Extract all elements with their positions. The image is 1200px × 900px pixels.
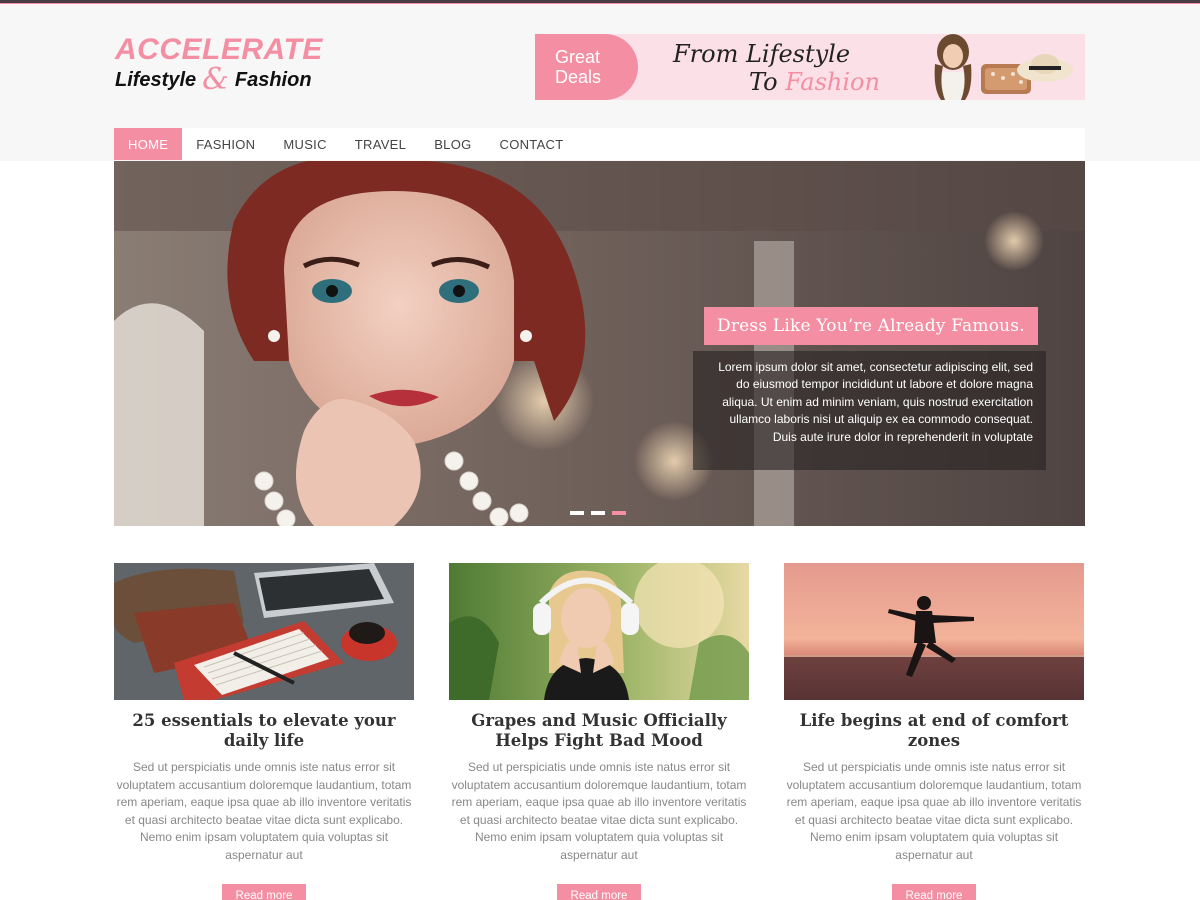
read-more-button[interactable]: Read more xyxy=(557,883,641,900)
logo-ampersand: & xyxy=(202,62,229,97)
main-nav: HOME FASHION MUSIC TRAVEL BLOG CONTACT xyxy=(114,128,1085,160)
post-excerpt: Sed ut perspiciatis unde omnis iste natu… xyxy=(786,760,1082,862)
post-excerpt: Sed ut perspiciatis unde omnis iste natu… xyxy=(451,760,747,862)
nav-item-contact[interactable]: CONTACT xyxy=(486,128,578,160)
banner-headline-line2: To Fashion xyxy=(673,68,880,96)
post-thumbnail[interactable] xyxy=(784,563,1084,700)
banner-headline: From Lifestyle To Fashion xyxy=(673,40,880,96)
slider-dot-3[interactable] xyxy=(612,511,626,515)
logo-tagline: Lifestyle & Fashion xyxy=(115,62,323,97)
post-thumbnail[interactable] xyxy=(114,563,414,700)
nav-item-blog[interactable]: BLOG xyxy=(420,128,485,160)
post-card: Life begins at end of comfort zones Sed … xyxy=(784,563,1084,900)
post-excerpt: Sed ut perspiciatis unde omnis iste natu… xyxy=(116,760,412,862)
slider-dot-2[interactable] xyxy=(591,511,605,515)
post-title[interactable]: Grapes and Music Officially Helps Fight … xyxy=(449,711,749,751)
logo-tagline-right: Fashion xyxy=(234,69,312,91)
slider-pagination xyxy=(570,511,626,515)
post-title[interactable]: Life begins at end of comfort zones xyxy=(784,711,1084,751)
nav-item-home[interactable]: HOME xyxy=(114,128,183,160)
header-ad-banner[interactable]: Great Deals From Lifestyle To Fashion xyxy=(535,34,1085,100)
nav-item-travel[interactable]: TRAVEL xyxy=(341,128,420,160)
nav-item-fashion[interactable]: FASHION xyxy=(182,128,269,160)
post-card: Grapes and Music Officially Helps Fight … xyxy=(449,563,749,900)
post-card: 25 essentials to elevate your daily life… xyxy=(114,563,414,900)
site-logo[interactable]: ACCELERATE Lifestyle & Fashion xyxy=(115,34,323,97)
slide-caption-body: Lorem ipsum dolor sit amet, consectetur … xyxy=(693,351,1046,470)
slider-dot-1[interactable] xyxy=(570,511,584,515)
banner-tab-line2: Deals xyxy=(555,67,602,87)
banner-deals-tab: Great Deals xyxy=(535,34,638,100)
banner-tab-line1: Great xyxy=(555,47,601,67)
post-thumbnail[interactable] xyxy=(449,563,749,700)
slide-caption-title: Dress Like You’re Already Famous. xyxy=(704,307,1038,345)
banner-headline-fashion: Fashion xyxy=(785,68,880,96)
post-title[interactable]: 25 essentials to elevate your daily life xyxy=(114,711,414,751)
banner-headline-line1: From Lifestyle xyxy=(673,40,851,68)
banner-headline-to: To xyxy=(749,68,778,96)
nav-item-music[interactable]: MUSIC xyxy=(269,128,340,160)
read-more-button[interactable]: Read more xyxy=(892,883,976,900)
logo-tagline-left: Lifestyle xyxy=(115,69,197,91)
read-more-button[interactable]: Read more xyxy=(222,883,306,900)
hero-slider[interactable]: Dress Like You’re Already Famous. Lorem … xyxy=(114,161,1085,526)
banner-model-image xyxy=(934,34,1073,100)
